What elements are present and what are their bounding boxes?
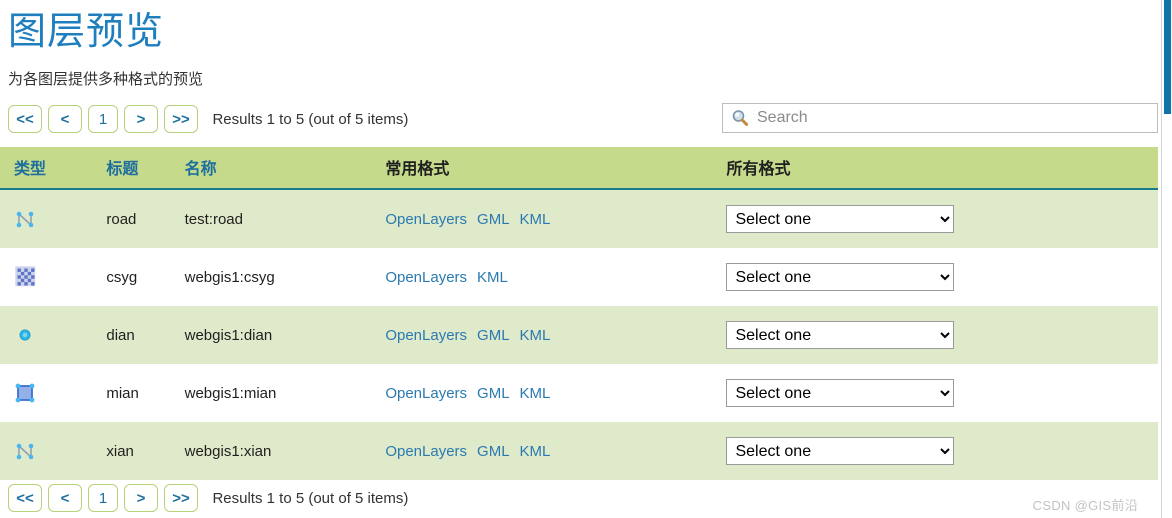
- page-title: 图层预览: [8, 11, 165, 53]
- format-link[interactable]: OpenLayers: [385, 327, 467, 344]
- cell-type: [0, 422, 107, 480]
- cell-common-formats: OpenLayers GML KML: [385, 422, 727, 480]
- cell-type: [0, 248, 107, 306]
- cell-common-formats: OpenLayers GML KML: [385, 364, 727, 422]
- format-link[interactable]: OpenLayers: [385, 385, 467, 402]
- format-link[interactable]: OpenLayers: [385, 443, 467, 460]
- table-header-row: 类型 标题 名称 常用格式 所有格式: [0, 147, 1158, 190]
- all-formats-select[interactable]: Select one: [726, 437, 955, 465]
- cell-title: dian: [106, 306, 185, 364]
- cell-name: webgis1:dian: [184, 306, 386, 364]
- line-geometry-icon: [14, 439, 38, 463]
- results-status-top: Results 1 to 5 (out of 5 items): [212, 110, 409, 128]
- column-header-type[interactable]: 类型: [0, 147, 107, 190]
- format-link[interactable]: KML: [477, 269, 508, 286]
- format-link[interactable]: GML: [477, 327, 510, 344]
- point-geometry-icon: [14, 323, 38, 347]
- next-page-button-bottom[interactable]: >: [124, 484, 158, 512]
- table-row: xian webgis1:xian OpenLayers GML KML Select o…: [0, 422, 1158, 480]
- column-header-title[interactable]: 标题: [106, 147, 185, 190]
- table-row: csyg webgis1:csyg OpenLayers KML Select one: [0, 248, 1158, 306]
- pagination-bottom: << < 1 > >>: [8, 484, 198, 512]
- cell-type: [0, 364, 107, 422]
- column-header-common-formats: 常用格式: [385, 147, 727, 190]
- format-link[interactable]: GML: [477, 443, 510, 460]
- results-status-bottom: Results 1 to 5 (out of 5 items): [212, 489, 409, 507]
- cell-type: [0, 306, 107, 364]
- cell-title: road: [106, 189, 185, 248]
- top-toolbar: << < 1 > >> Results 1 to 5 (out of 5 ite…: [0, 103, 1160, 139]
- first-page-button[interactable]: <<: [8, 105, 42, 133]
- search-icon: [731, 109, 749, 127]
- cell-common-formats: OpenLayers KML: [385, 248, 727, 306]
- all-formats-select[interactable]: Select one: [726, 321, 955, 349]
- format-link[interactable]: OpenLayers: [385, 211, 467, 228]
- bottom-toolbar: << < 1 > >> Results 1 to 5 (out of 5 ite…: [0, 484, 1160, 518]
- layer-preview-table: 类型 标题 名称 常用格式 所有格式 road test:road OpenLaye…: [0, 147, 1158, 480]
- cell-name: webgis1:csyg: [184, 248, 386, 306]
- pagination-top: << < 1 > >>: [8, 105, 198, 133]
- table-body: road test:road OpenLayers GML KML Select one c…: [0, 189, 1158, 480]
- cell-name: webgis1:xian: [184, 422, 386, 480]
- cell-common-formats: OpenLayers GML KML: [385, 189, 727, 248]
- cell-name: webgis1:mian: [184, 364, 386, 422]
- polygon-geometry-icon: [14, 381, 38, 405]
- cell-title: mian: [106, 364, 185, 422]
- page-number-button[interactable]: 1: [88, 105, 118, 133]
- table-row: dian webgis1:dian OpenLayers GML KML Select o…: [0, 306, 1158, 364]
- layer-preview-page: 图层预览 为各图层提供多种格式的预览 << < 1 > >> Results 1…: [0, 0, 1160, 518]
- cell-name: test:road: [184, 189, 386, 248]
- all-formats-select[interactable]: Select one: [726, 379, 955, 407]
- cell-common-formats: OpenLayers GML KML: [385, 306, 727, 364]
- format-link[interactable]: OpenLayers: [385, 269, 467, 286]
- prev-page-button[interactable]: <: [48, 105, 82, 133]
- format-link[interactable]: KML: [520, 327, 551, 344]
- format-link[interactable]: GML: [477, 211, 510, 228]
- scrollbar-track[interactable]: [1161, 0, 1172, 518]
- table-row: mian webgis1:mian OpenLayers GML KML Select o…: [0, 364, 1158, 422]
- cell-type: [0, 189, 107, 248]
- line-geometry-icon: [14, 207, 38, 231]
- format-link[interactable]: KML: [520, 443, 551, 460]
- table-head: 类型 标题 名称 常用格式 所有格式: [0, 147, 1158, 190]
- page-subtitle: 为各图层提供多种格式的预览: [8, 71, 204, 88]
- search-box[interactable]: [722, 103, 1158, 133]
- first-page-button-bottom[interactable]: <<: [8, 484, 42, 512]
- cell-title: csyg: [106, 248, 185, 306]
- cell-all-formats: Select one: [726, 364, 1158, 422]
- cell-all-formats: Select one: [726, 248, 1158, 306]
- column-header-name[interactable]: 名称: [184, 147, 386, 190]
- column-header-all-formats: 所有格式: [726, 147, 1158, 190]
- next-page-button[interactable]: >: [124, 105, 158, 133]
- prev-page-button-bottom[interactable]: <: [48, 484, 82, 512]
- format-link[interactable]: GML: [477, 385, 510, 402]
- scrollbar-thumb[interactable]: [1164, 0, 1171, 114]
- cell-title: xian: [106, 422, 185, 480]
- format-link[interactable]: KML: [520, 385, 551, 402]
- cell-all-formats: Select one: [726, 306, 1158, 364]
- all-formats-select[interactable]: Select one: [726, 263, 955, 291]
- table-row: road test:road OpenLayers GML KML Select one: [0, 189, 1158, 248]
- watermark: CSDN @GIS前沿: [1032, 498, 1138, 513]
- cell-all-formats: Select one: [726, 189, 1158, 248]
- last-page-button-bottom[interactable]: >>: [164, 484, 198, 512]
- raster-geometry-icon: [14, 265, 38, 289]
- last-page-button[interactable]: >>: [164, 105, 198, 133]
- all-formats-select[interactable]: Select one: [726, 205, 955, 233]
- search-input[interactable]: [755, 104, 1157, 132]
- format-link[interactable]: KML: [520, 211, 551, 228]
- page-number-button-bottom[interactable]: 1: [88, 484, 118, 512]
- cell-all-formats: Select one: [726, 422, 1158, 480]
